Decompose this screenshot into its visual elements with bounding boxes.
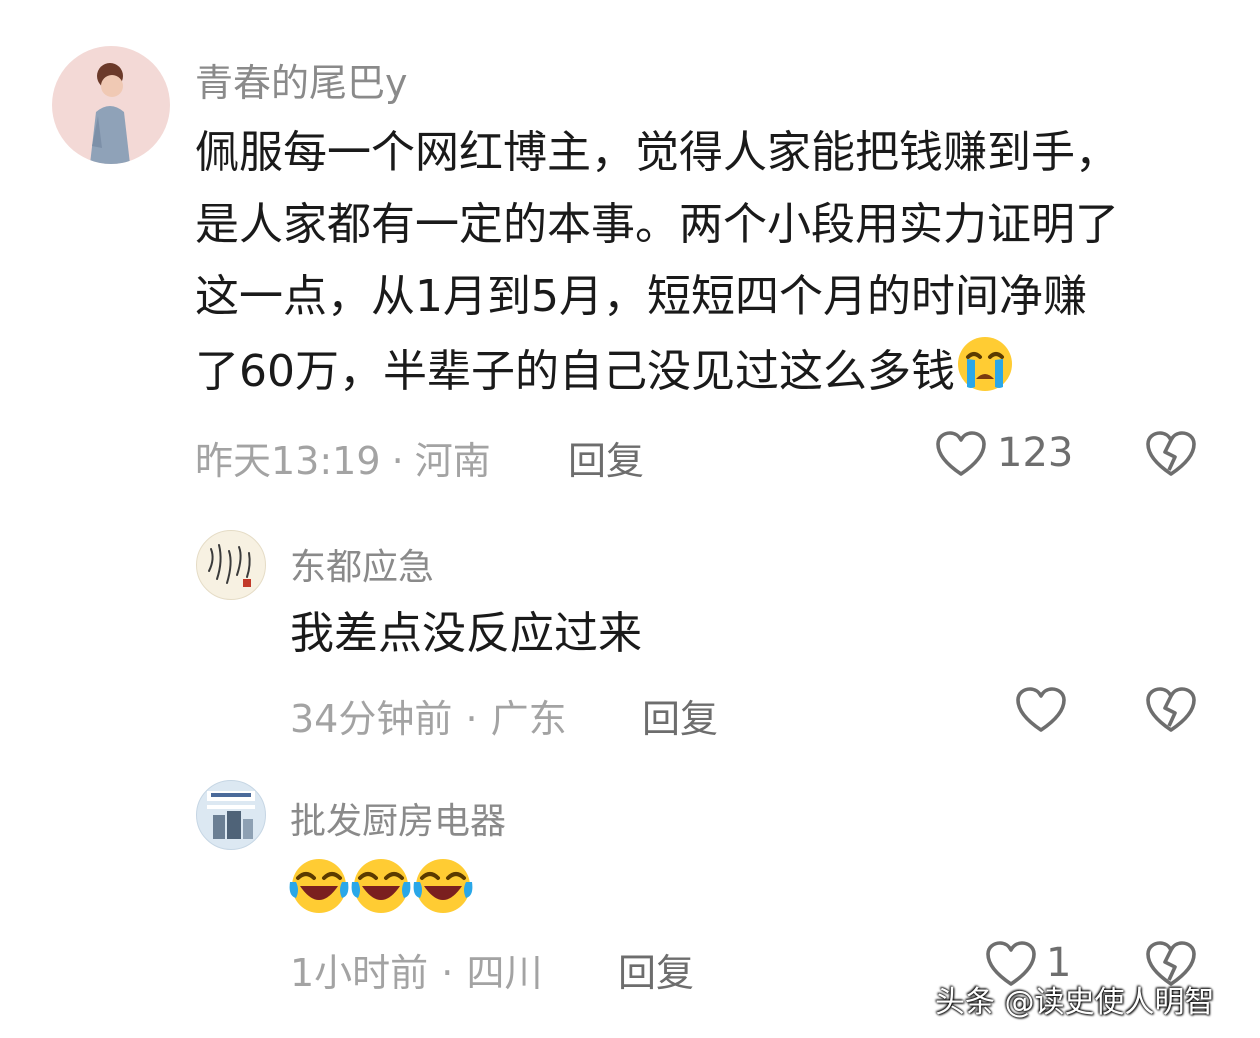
reply-text: 我差点没反应过来 — [290, 608, 642, 659]
reply-button[interactable]: 回复 — [642, 688, 718, 743]
reply-time: 1小时前 — [290, 951, 429, 995]
comment-location: 河南 — [414, 439, 491, 483]
broken-heart-icon[interactable] — [1145, 686, 1197, 734]
reply-meta: 34分钟前 · 广东 — [290, 688, 567, 743]
reply-username[interactable]: 批发厨房电器 — [290, 792, 506, 844]
heart-outline-icon[interactable] — [1015, 686, 1067, 734]
comment-text-line: 了60万，半辈子的自己没见过这么多钱 — [195, 333, 1119, 415]
reply-username[interactable]: 东都应急 — [290, 538, 434, 590]
comment-text: 佩服每一个网红博主，觉得人家能把钱赚到手， 是人家都有一定的本事。两个小段用实力… — [195, 117, 1119, 415]
reply-meta: 1小时前 · 四川 — [290, 942, 542, 997]
laughing-tears-emoji — [350, 856, 412, 920]
broken-heart-icon[interactable] — [1145, 430, 1197, 478]
reply-location: 广东 — [490, 697, 567, 741]
comment-time: 昨天13:19 — [195, 439, 381, 483]
avatar[interactable] — [52, 46, 170, 164]
avatar[interactable] — [196, 530, 266, 600]
reply-button[interactable]: 回复 — [568, 430, 644, 485]
reply-emoji-row — [288, 856, 474, 920]
comment-text-line: 佩服每一个网红博主，觉得人家能把钱赚到手， — [195, 127, 1119, 178]
comment-text-line: 这一点，从1月到5月，短短四个月的时间净赚 — [195, 271, 1087, 322]
comment-text-line: 是人家都有一定的本事。两个小段用实力证明了 — [195, 199, 1119, 250]
comment-meta: 昨天13:19 · 河南 — [195, 430, 491, 485]
loudly-crying-face-emoji — [955, 333, 1015, 415]
comment-text-line-content: 了60万，半辈子的自己没见过这么多钱 — [195, 346, 955, 397]
comment-username[interactable]: 青春的尾巴y — [195, 52, 408, 107]
meta-separator: · — [391, 439, 404, 483]
laughing-tears-emoji — [412, 856, 474, 920]
reply-time: 34分钟前 — [290, 697, 453, 741]
laughing-tears-emoji — [288, 856, 350, 920]
meta-separator: · — [441, 951, 454, 995]
reply-location: 四川 — [466, 951, 543, 995]
avatar[interactable] — [196, 780, 266, 850]
like-count: 123 — [997, 430, 1074, 476]
meta-separator: · — [465, 697, 478, 741]
watermark: 头条 @读史使人明智 — [935, 985, 1215, 1020]
reply-button[interactable]: 回复 — [618, 942, 694, 997]
heart-outline-icon[interactable] — [935, 430, 987, 478]
